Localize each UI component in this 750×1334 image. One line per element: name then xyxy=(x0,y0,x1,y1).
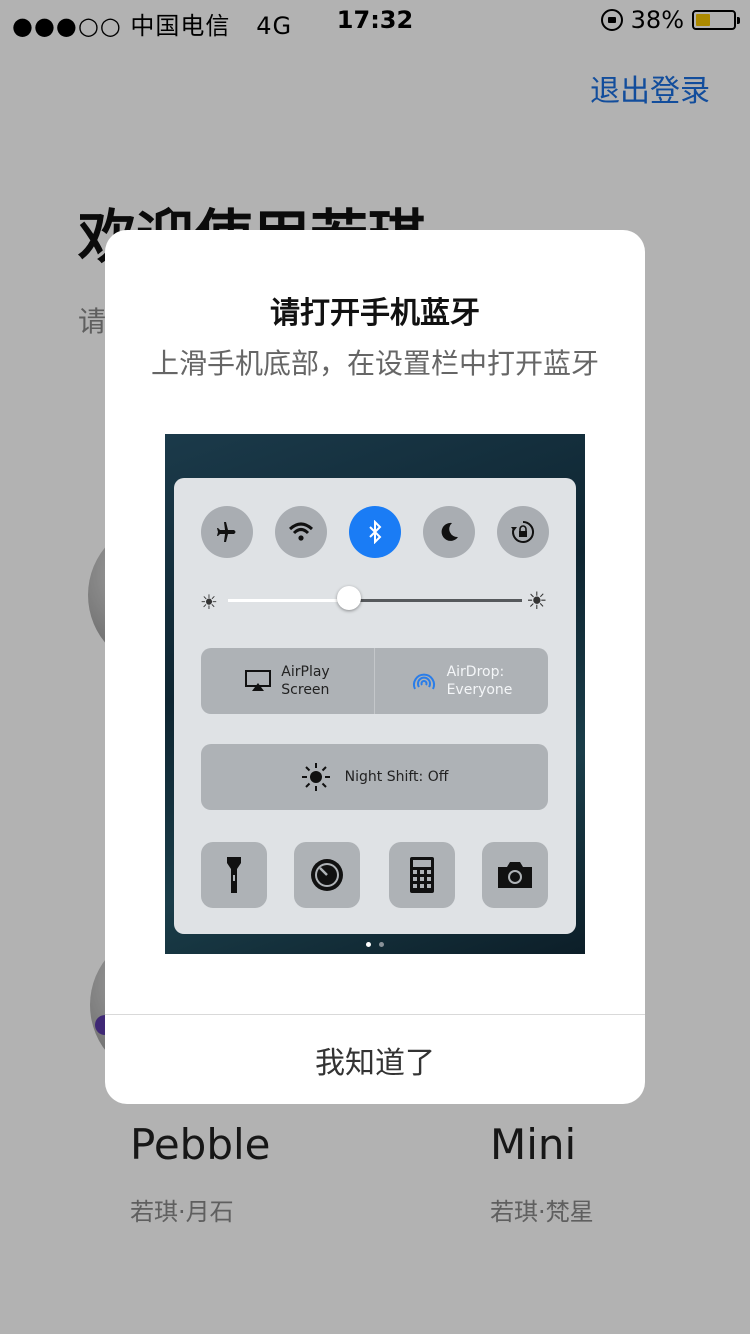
timer-icon xyxy=(294,842,360,908)
sun-icon xyxy=(301,763,330,791)
bluetooth-modal: 请打开手机蓝牙 上滑手机底部，在设置栏中打开蓝牙 ☀ ☀ AirPlay Scr… xyxy=(105,230,645,1104)
brightness-high-icon: ☀ xyxy=(526,587,548,615)
airplay-icon xyxy=(245,670,272,691)
control-center-panel: ☀ ☀ AirPlay Screen AirDrop: Everyone Nig… xyxy=(174,478,576,934)
airdrop-button: AirDrop: Everyone xyxy=(374,648,548,714)
bluetooth-icon xyxy=(349,506,401,558)
brightness-slider-track xyxy=(228,599,522,602)
page-dot xyxy=(379,942,384,947)
camera-icon xyxy=(482,842,548,908)
airdrop-line1: AirDrop: xyxy=(446,664,505,680)
modal-title: 请打开手机蓝牙 xyxy=(270,296,480,331)
airplane-icon xyxy=(201,506,253,558)
wifi-icon xyxy=(275,506,327,558)
brightness-slider-knob xyxy=(336,586,361,610)
airplay-airdrop-row: AirPlay Screen AirDrop: Everyone xyxy=(201,648,548,714)
page-dot-active xyxy=(366,942,371,947)
rotation-lock-toggle-icon xyxy=(497,506,549,558)
airplay-line2: Screen xyxy=(281,682,330,698)
airplay-line1: AirPlay xyxy=(281,664,330,680)
calculator-icon xyxy=(389,842,455,908)
brightness-low-icon: ☀ xyxy=(200,590,218,614)
airplay-button: AirPlay Screen xyxy=(201,648,374,714)
moon-icon xyxy=(423,506,475,558)
brightness-slider-fill xyxy=(228,599,349,602)
airdrop-icon xyxy=(412,673,435,690)
modal-description: 上滑手机底部，在设置栏中打开蓝牙 xyxy=(150,347,599,380)
night-shift-label: Night Shift: Off xyxy=(344,769,449,785)
night-shift-button: Night Shift: Off xyxy=(201,744,548,810)
control-center-illustration: ☀ ☀ AirPlay Screen AirDrop: Everyone Nig… xyxy=(165,434,585,954)
got-it-button[interactable]: 我知道了 xyxy=(105,1015,645,1104)
flashlight-icon xyxy=(201,842,267,908)
airdrop-line2: Everyone xyxy=(446,682,513,698)
